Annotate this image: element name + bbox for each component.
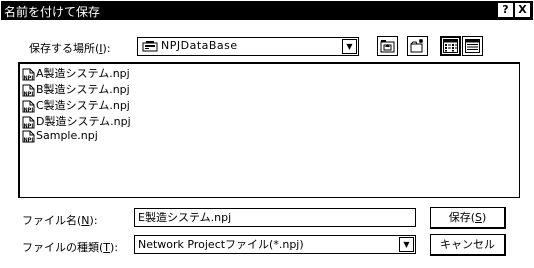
save-in-dropdown[interactable]: NPJDataBase ▼ bbox=[137, 37, 359, 56]
svg-text:NPJ: NPJ bbox=[24, 137, 34, 143]
chevron-down-icon[interactable]: ▼ bbox=[399, 237, 414, 252]
list-view-button[interactable] bbox=[440, 36, 461, 56]
file-name: B製造システム.npj bbox=[36, 83, 130, 96]
up-folder-button[interactable] bbox=[377, 36, 398, 56]
file-name: A製造システム.npj bbox=[36, 67, 130, 80]
chevron-down-icon[interactable]: ▼ bbox=[342, 39, 357, 54]
file-name: C製造システム.npj bbox=[36, 99, 130, 112]
details-view-icon bbox=[465, 39, 480, 56]
file-name: D製造システム.npj bbox=[36, 115, 131, 128]
filename-input[interactable]: E製造システム.npj bbox=[134, 208, 416, 227]
dialog-title: 名前を付けて保存 bbox=[4, 5, 101, 19]
new-folder-button[interactable] bbox=[407, 36, 428, 56]
filetype-value: Network Projectファイル(*.npj) bbox=[138, 238, 304, 251]
filetype-label: ファイルの種類(T): bbox=[22, 241, 119, 254]
save-in-value: NPJDataBase bbox=[161, 39, 238, 52]
list-item[interactable]: NPJ A製造システム.npj bbox=[22, 65, 130, 81]
svg-text:NPJ: NPJ bbox=[24, 75, 34, 81]
svg-text:NPJ: NPJ bbox=[24, 91, 34, 97]
svg-text:NPJ: NPJ bbox=[24, 123, 34, 129]
list-view-icon bbox=[443, 39, 458, 56]
npj-file-icon: NPJ bbox=[22, 68, 35, 81]
filetype-dropdown[interactable]: Network Projectファイル(*.npj) ▼ bbox=[134, 235, 416, 254]
title-bar: 名前を付けて保存 ? X bbox=[1, 1, 533, 20]
new-folder-icon bbox=[410, 39, 425, 56]
save-button[interactable]: 保存(S) bbox=[430, 207, 506, 229]
file-name: Sample.npj bbox=[36, 129, 98, 142]
list-item[interactable]: NPJ D製造システム.npj bbox=[22, 113, 131, 129]
npj-file-icon: NPJ bbox=[22, 84, 35, 97]
list-item[interactable]: NPJ C製造システム.npj bbox=[22, 97, 130, 113]
npj-file-icon: NPJ bbox=[22, 116, 35, 129]
drive-icon bbox=[142, 40, 158, 53]
close-button[interactable]: X bbox=[515, 3, 530, 17]
svg-text:NPJ: NPJ bbox=[24, 107, 34, 113]
up-folder-icon bbox=[380, 39, 395, 56]
save-in-label: 保存する場所(I): bbox=[29, 42, 111, 55]
cancel-button[interactable]: キャンセル bbox=[430, 234, 506, 256]
filename-label: ファイル名(N): bbox=[22, 214, 98, 227]
help-button[interactable]: ? bbox=[498, 3, 513, 17]
save-as-dialog: 名前を付けて保存 ? X 保存する場所(I): NPJDataBase ▼ NP… bbox=[0, 0, 534, 268]
npj-file-icon: NPJ bbox=[22, 130, 35, 143]
list-item[interactable]: NPJ B製造システム.npj bbox=[22, 81, 130, 97]
npj-file-icon: NPJ bbox=[22, 100, 35, 113]
details-view-button[interactable] bbox=[462, 36, 483, 56]
list-item[interactable]: NPJ Sample.npj bbox=[22, 129, 98, 145]
file-list[interactable]: NPJ A製造システム.npj NPJ B製造システム.npj NPJ C製造システム.n… bbox=[18, 62, 520, 198]
